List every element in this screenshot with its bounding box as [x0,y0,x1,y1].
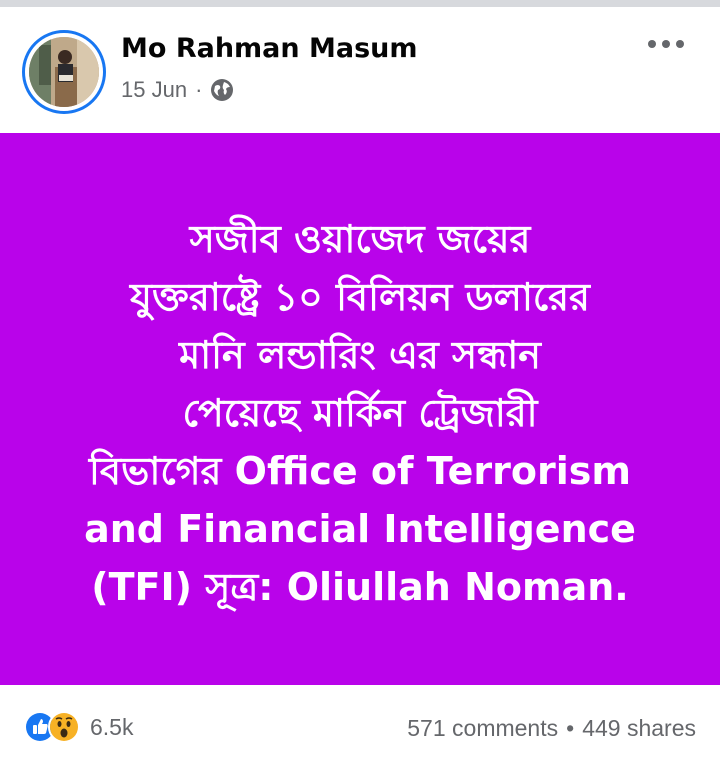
post-stats: 571 comments • 449 shares [407,715,696,742]
post-text-line: (TFI) সূত্র: Oliullah Noman. [91,565,629,609]
reaction-count: 6.5k [90,713,134,740]
post-text-line: সজীব ওয়াজেদ জয়ের [189,217,531,261]
shares-link[interactable]: 449 shares [582,715,696,742]
globe-icon [210,78,234,102]
more-options-icon[interactable] [644,29,688,59]
avatar[interactable] [22,30,106,114]
meta-separator: · [195,77,203,102]
wow-icon [48,711,80,743]
post-header: Mo Rahman Masum 15 Jun · [0,7,720,133]
comments-link[interactable]: 571 comments [407,715,558,742]
stats-separator: • [566,715,575,741]
author-name[interactable]: Mo Rahman Masum [121,33,418,64]
top-divider [0,0,720,7]
post-meta: 15 Jun · [121,77,234,103]
post-text-line: বিভাগের Office of Terrorism [89,449,631,493]
post-text-line: যুক্তরাষ্ট্রে ১০ বিলিয়ন ডলারের [130,275,590,319]
post-footer: 6.5k 571 comments • 449 shares [0,685,720,771]
avatar-photo [29,37,99,107]
post-text-line: মানি লন্ডারিং এর সন্ধান [179,333,541,377]
post-text-line: and Financial Intelligence [84,507,636,551]
post-content[interactable]: সজীব ওয়াজেদ জয়ের যুক্তরাষ্ট্রে ১০ বিলি… [0,133,720,685]
post-text: সজীব ওয়াজেদ জয়ের যুক্তরাষ্ট্রে ১০ বিলি… [60,210,660,616]
post-date[interactable]: 15 Jun [121,77,187,103]
reactions-summary[interactable]: 6.5k [24,711,133,743]
post-text-line: পেয়েছে মার্কিন ট্রেজারী [182,391,538,435]
